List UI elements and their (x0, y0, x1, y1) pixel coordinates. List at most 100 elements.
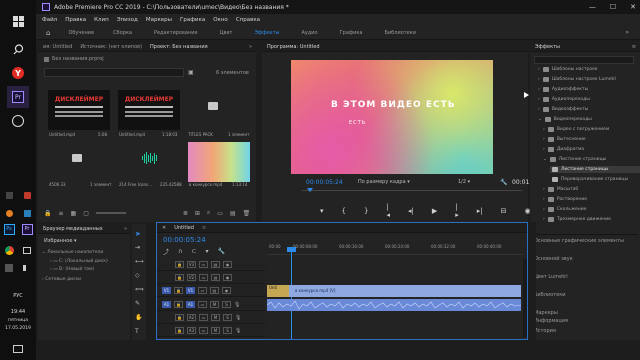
sync-toggle[interactable]: ▭ (199, 261, 208, 268)
effects-tree-item[interactable]: › Трехмерное движение (543, 217, 611, 222)
drive-c[interactable]: › ▭ C: (Локальный диск) (50, 259, 108, 264)
yandex-browser-icon[interactable]: Y (7, 62, 29, 84)
chrome-tray-icon[interactable] (3, 244, 15, 256)
program-timecode[interactable]: 00:00:05:24 (306, 179, 343, 186)
add-marker-timeline-icon[interactable]: ▾ (205, 248, 208, 255)
effects-tree-item[interactable]: ⌄ Видеопереходы (538, 117, 592, 122)
resolution-dropdown[interactable]: 1/2 ▾ (458, 179, 470, 185)
home-icon[interactable]: ⌂ (36, 29, 60, 37)
menu-help[interactable]: Справка (236, 17, 260, 23)
sync-toggle[interactable]: ▭ (199, 274, 208, 281)
network-tray-icon[interactable] (21, 244, 33, 256)
menu-window[interactable]: Окно (213, 17, 228, 23)
section-markers[interactable]: Маркеры (534, 310, 558, 316)
folder-icon[interactable] (208, 102, 218, 110)
new-bin-footer-icon[interactable]: ▭ (217, 210, 223, 217)
effects-tree-item-selected[interactable]: Листание страницы (550, 166, 640, 173)
mute-toggle[interactable]: M (211, 314, 220, 321)
mute-toggle[interactable]: M (211, 327, 220, 334)
search-icon[interactable] (7, 38, 29, 60)
menu-sequence[interactable]: Эпизод (117, 17, 138, 23)
network-drives-group[interactable]: › Сетевые диски (42, 277, 81, 282)
automate-icon[interactable]: ⊞ (195, 210, 200, 217)
lock-toggle[interactable]: 🔒 (175, 314, 184, 321)
premiere-tray-icon[interactable]: Pr (20, 222, 34, 236)
mic-icon[interactable]: 🎙 (235, 328, 241, 334)
effects-tree-item[interactable]: › Шаблоны настроек Lumetri (538, 77, 616, 82)
workspace-graphics[interactable]: Графика (329, 30, 374, 36)
lock-toggle[interactable]: 🔒 (175, 327, 184, 334)
effects-tree-item[interactable]: › Масштаб (543, 187, 578, 192)
selection-tool-icon[interactable]: ➤ (135, 230, 141, 238)
program-video-frame[interactable]: В ЭТОМ ВИДЕО ЕСТЬ ЕСТЬ (291, 60, 493, 174)
wrench-icon[interactable]: 🔧 (500, 179, 507, 186)
effects-tree-item[interactable]: › Скольжение (543, 207, 586, 212)
nest-icon[interactable]: ⤴ (163, 247, 169, 256)
new-item-icon[interactable]: ▤ (230, 210, 236, 217)
find-icon[interactable]: ⌕ (207, 209, 210, 217)
local-drives-group[interactable]: ⌄ Локальные накопители (42, 250, 103, 255)
eye-toggle[interactable]: ◉ (223, 274, 232, 281)
tab-source[interactable]: Источник: (нет клипов) (80, 44, 142, 50)
effects-tree-item[interactable]: Переворачивание страницы (552, 177, 628, 182)
menu-markers[interactable]: Маркеры (146, 17, 172, 23)
lock-toggle[interactable]: 🔒 (174, 301, 183, 308)
track-label[interactable]: A2 (187, 314, 196, 321)
track-label[interactable]: V3 (187, 261, 196, 268)
tray-app-icon-1[interactable] (4, 190, 14, 200)
workspace-learning[interactable]: Обучение (60, 30, 102, 36)
effects-tree-item[interactable]: › Аудиопереходы (538, 97, 590, 102)
folder-icon[interactable] (72, 154, 82, 162)
solo-toggle[interactable]: S (223, 327, 232, 334)
sync-toggle[interactable]: ▭ (199, 314, 208, 321)
close-button[interactable]: ✕ (630, 3, 636, 11)
step-forward-icon[interactable]: |▸ (455, 203, 459, 219)
effects-tree-item[interactable]: › Вытеснение (543, 137, 586, 142)
slip-tool-icon[interactable]: ⟺ (135, 286, 144, 293)
type-tool-icon[interactable]: T (135, 328, 139, 335)
project-search-input[interactable] (44, 68, 184, 77)
minimize-button[interactable]: — (589, 3, 596, 11)
tray-app-icon-3[interactable] (4, 208, 14, 218)
mark-in-icon[interactable]: { (342, 207, 346, 215)
eye-toggle[interactable]: ◉ (223, 261, 232, 268)
timeline-timecode[interactable]: 00:00:05:24 (163, 236, 206, 244)
effects-search-input[interactable] (534, 56, 634, 64)
track-label[interactable]: A1 (186, 301, 195, 308)
section-lumetri-color[interactable]: Цвет Lumetri (534, 274, 568, 280)
playhead-handle[interactable] (287, 247, 296, 252)
volume-icon[interactable] (21, 262, 33, 274)
target-toggle[interactable]: ▤ (211, 274, 220, 281)
solo-toggle[interactable]: S (222, 301, 231, 308)
tab-sequence[interactable]: Untitled (174, 225, 194, 231)
hand-tool-icon[interactable]: ✋ (135, 314, 142, 321)
effects-tree-item[interactable]: › Шаблоны настроек (538, 67, 598, 72)
sync-toggle[interactable]: ▭ (199, 327, 208, 334)
tray-app-icon-4[interactable] (22, 208, 32, 218)
tray-app-icon-2[interactable] (22, 190, 32, 200)
new-bin-icon[interactable]: ▣ (188, 69, 194, 76)
workspace-effects[interactable]: Эффекты (243, 30, 290, 36)
panel-expand-icon[interactable]: » (249, 44, 256, 50)
language-indicator[interactable]: РУС (0, 293, 36, 299)
section-history[interactable]: История (534, 328, 556, 334)
notifications-icon[interactable] (7, 338, 29, 360)
lock-toggle[interactable]: 🔒 (175, 274, 184, 281)
effects-tree-item[interactable]: ⌄ Листание страницы (543, 157, 606, 162)
track-select-tool-icon[interactable]: ⇥ (135, 244, 140, 251)
list-view-icon[interactable]: ≡ (58, 210, 63, 217)
icon-view-icon[interactable]: ▦ (71, 210, 77, 217)
sync-toggle[interactable]: ▭ (198, 287, 207, 294)
workspace-audio[interactable]: Аудио (290, 30, 328, 36)
program-scrubber[interactable] (302, 188, 522, 193)
premiere-pro-taskbar-icon[interactable]: Pr (7, 86, 29, 108)
drive-d[interactable]: › ▭ D: (Новый том) (50, 267, 94, 272)
track-label[interactable]: A3 (187, 327, 196, 334)
photoshop-tray-icon[interactable]: Ps (2, 222, 16, 236)
go-to-in-icon[interactable]: |◂ (386, 203, 390, 219)
eye-toggle[interactable]: ◉ (222, 287, 231, 294)
source-patch-v1[interactable]: V1 (162, 287, 171, 294)
go-to-out-icon[interactable]: ▸| (477, 207, 483, 215)
effects-tree-item[interactable]: › Аудиоэффекты (538, 87, 588, 92)
workspace-libraries[interactable]: Библиотеки (374, 30, 428, 36)
